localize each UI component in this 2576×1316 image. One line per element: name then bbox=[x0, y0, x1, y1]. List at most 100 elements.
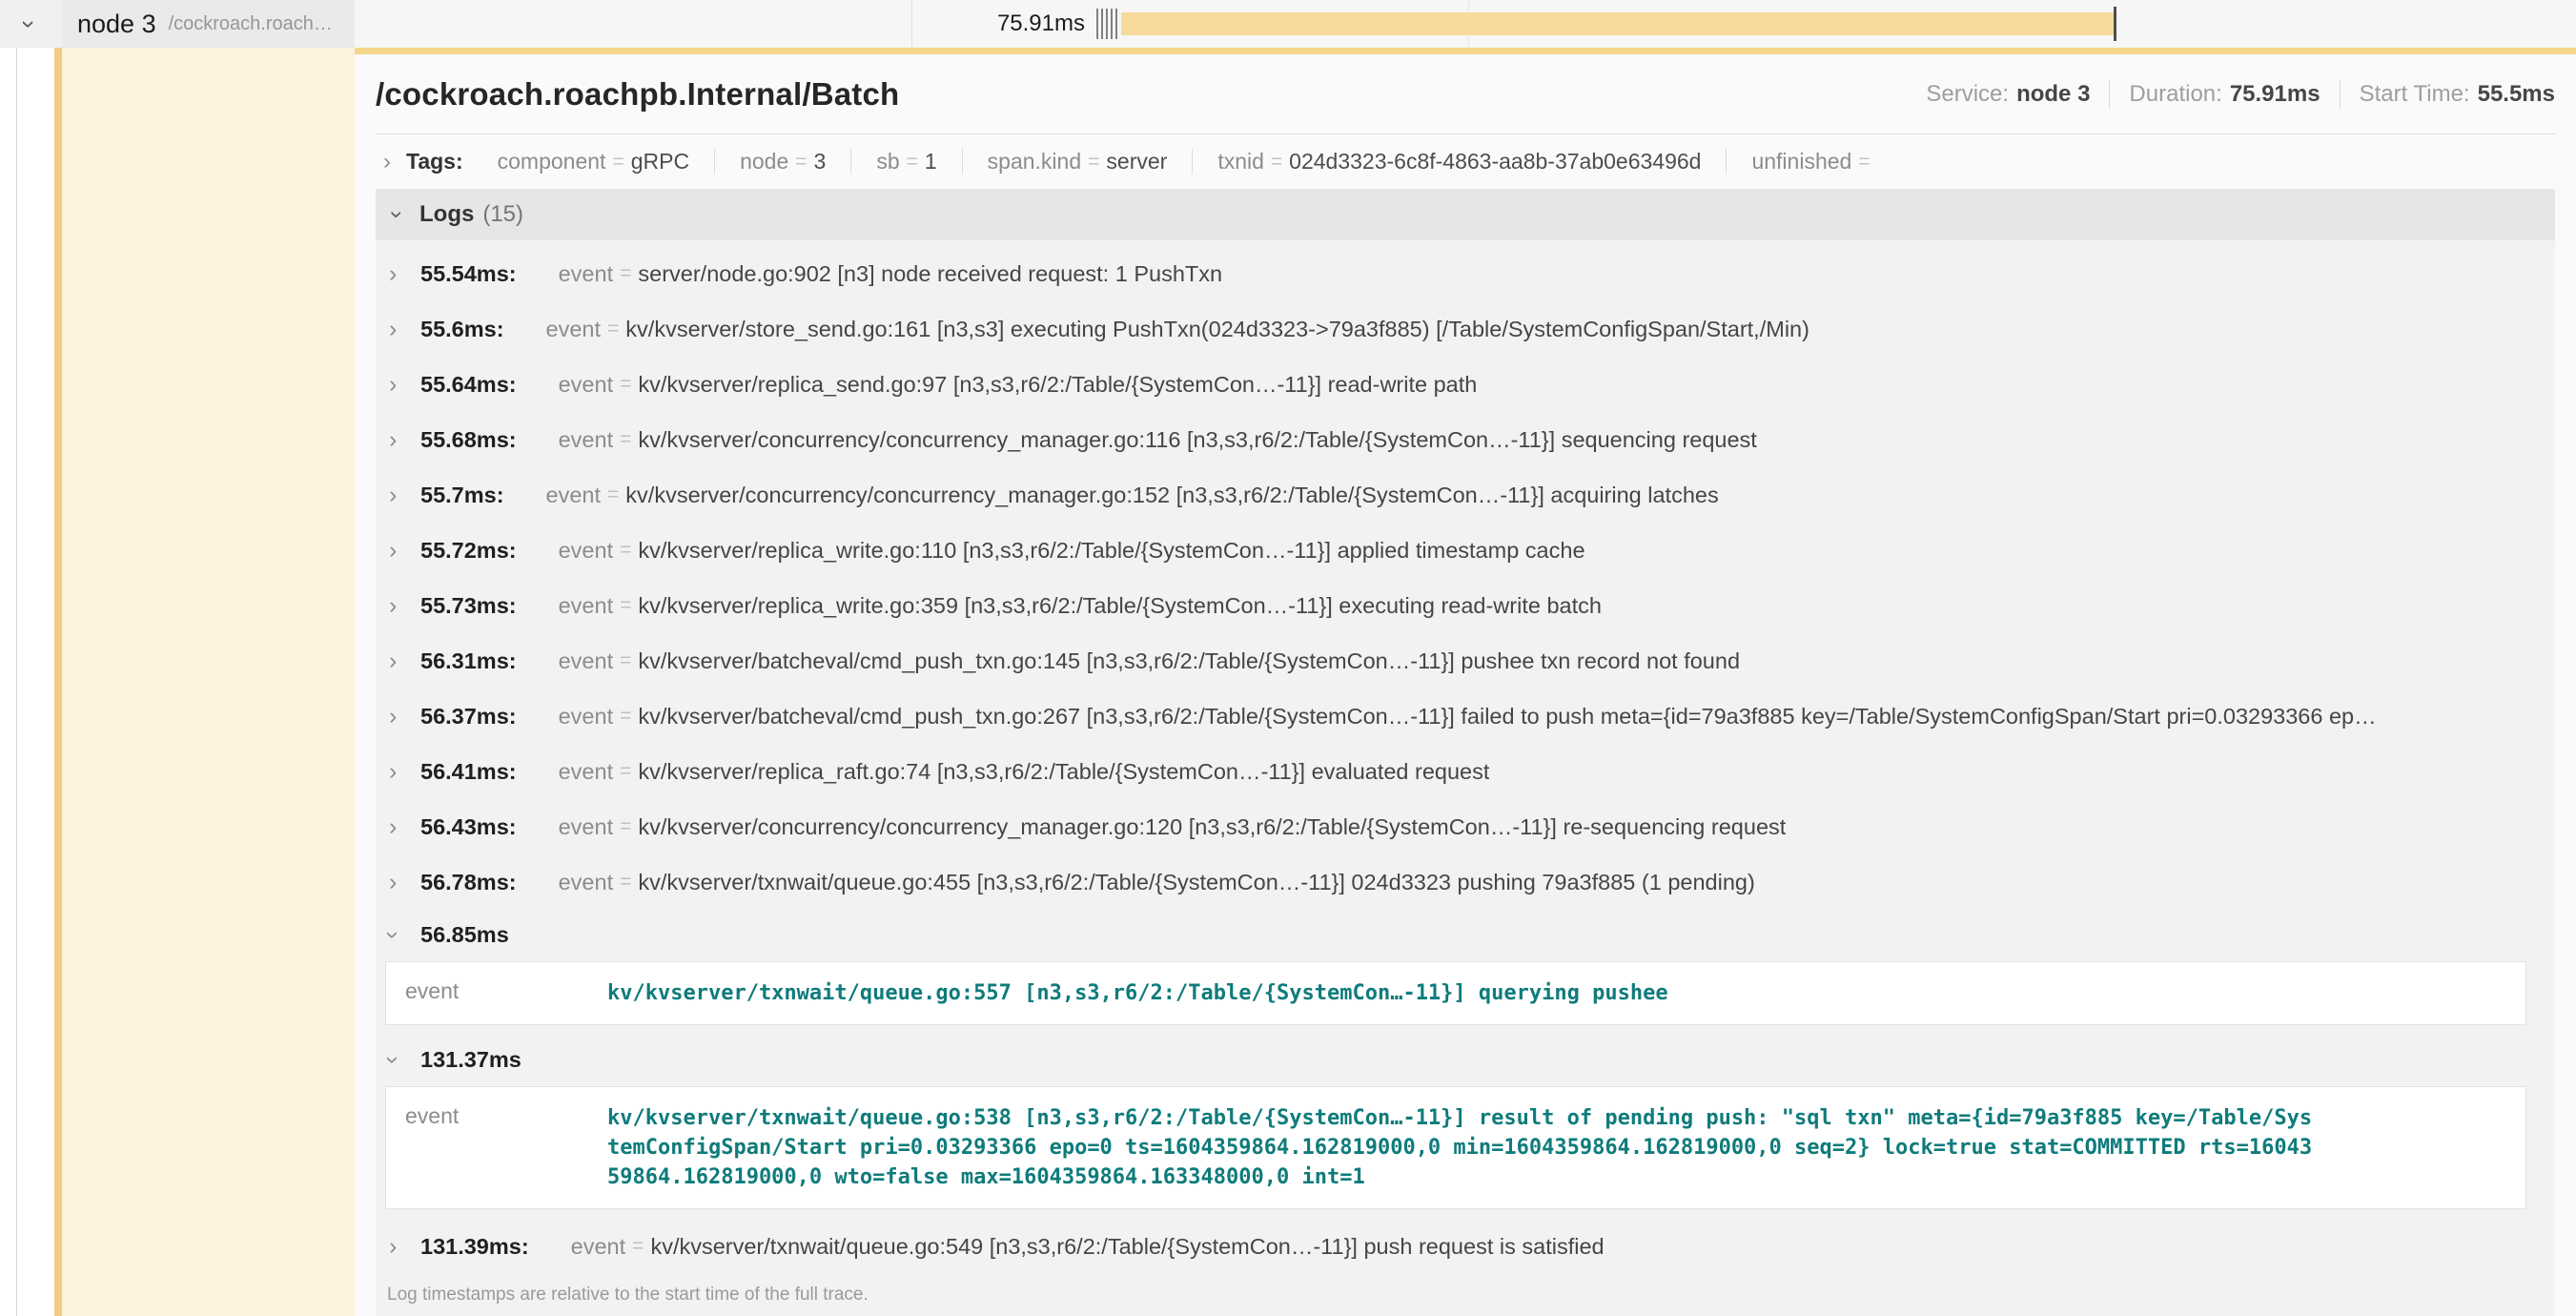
logs-footnote: Log timestamps are relative to the start… bbox=[383, 1274, 2530, 1316]
equals-separator: = bbox=[1858, 151, 1870, 174]
log-field: event bbox=[559, 648, 614, 674]
log-timestamp: 55.6ms: bbox=[420, 317, 504, 342]
chevron-right-icon: › bbox=[389, 537, 412, 565]
log-row[interactable]: › 56.43ms: event = kv/kvserver/concurren… bbox=[383, 799, 2530, 854]
chevron-right-icon: › bbox=[389, 260, 412, 288]
name-column-divider[interactable] bbox=[911, 0, 912, 48]
chevron-down-icon: › bbox=[389, 1046, 412, 1074]
log-entry-expanded: › 56.85ms event kv/kvserver/txnwait/queu… bbox=[383, 910, 2530, 1025]
logs-count: (15) bbox=[482, 201, 523, 228]
log-field: event bbox=[546, 317, 602, 342]
equals-separator: = bbox=[620, 760, 631, 783]
service-value: node 3 bbox=[2016, 81, 2090, 108]
log-message: kv/kvserver/txnwait/queue.go:549 [n3,s3,… bbox=[650, 1234, 1604, 1260]
logs-section: › Logs (15) › 55.54ms: event = server/no… bbox=[376, 189, 2555, 1316]
log-field: event bbox=[559, 593, 614, 619]
tag-value: 024d3323-6c8f-4863-aa8b-37ab0e63496d bbox=[1289, 149, 1701, 175]
log-row[interactable]: › 55.54ms: event = server/node.go:902 [n… bbox=[383, 246, 2530, 301]
chevron-right-icon: › bbox=[389, 813, 412, 841]
log-message: kv/kvserver/replica_write.go:110 [n3,s3,… bbox=[638, 538, 1584, 564]
tag-key: span.kind bbox=[988, 149, 1081, 175]
equals-separator: = bbox=[620, 373, 631, 396]
log-message: kv/kvserver/batcheval/cmd_push_txn.go:26… bbox=[638, 704, 2376, 730]
equals-separator: = bbox=[907, 151, 918, 174]
log-timestamp: 55.68ms: bbox=[420, 427, 517, 453]
equals-separator: = bbox=[1088, 151, 1099, 174]
log-field: event bbox=[559, 372, 614, 398]
log-timestamp: 56.31ms: bbox=[420, 648, 517, 674]
log-row[interactable]: › 56.31ms: event = kv/kvserver/batcheval… bbox=[383, 633, 2530, 689]
chevron-right-icon: › bbox=[389, 648, 412, 675]
log-row[interactable]: › 56.41ms: event = kv/kvserver/replica_r… bbox=[383, 744, 2530, 799]
log-row[interactable]: › 55.64ms: event = kv/kvserver/replica_s… bbox=[383, 357, 2530, 412]
span-wait-hatch-marks bbox=[1096, 9, 1120, 39]
log-row[interactable]: › 55.6ms: event = kv/kvserver/store_send… bbox=[383, 301, 2530, 357]
equals-separator: = bbox=[620, 428, 631, 451]
log-message: kv/kvserver/replica_send.go:97 [n3,s3,r6… bbox=[638, 372, 1477, 398]
log-timestamp: 131.39ms: bbox=[420, 1234, 529, 1260]
log-field: event bbox=[559, 261, 614, 287]
log-field: event bbox=[405, 1103, 607, 1192]
chevron-right-icon: › bbox=[389, 426, 412, 454]
log-timestamp: 55.7ms: bbox=[420, 483, 504, 508]
chevron-down-icon: › bbox=[389, 921, 412, 949]
tags-accordion[interactable]: › Tags: component = gRPC node = 3 sb = 1 bbox=[376, 134, 2555, 189]
log-row[interactable]: › 55.73ms: event = kv/kvserver/replica_w… bbox=[383, 578, 2530, 633]
log-field: event bbox=[559, 538, 614, 564]
meta-divider bbox=[2109, 80, 2110, 109]
span-duration-bar[interactable] bbox=[1121, 12, 2114, 35]
span-metadata: Service: node 3 Duration: 75.91ms Start … bbox=[1926, 80, 2555, 109]
trace-detail-view: › node 3 /cockroach.roach… 75.91ms /cock… bbox=[0, 0, 2576, 1316]
span-title: /cockroach.roachpb.Internal/Batch bbox=[376, 76, 899, 113]
chevron-down-icon: › bbox=[14, 20, 44, 29]
log-row[interactable]: › 56.37ms: event = kv/kvserver/batcheval… bbox=[383, 689, 2530, 744]
equals-separator: = bbox=[620, 815, 631, 838]
logs-title: Logs bbox=[419, 201, 474, 228]
span-row-highlight-column bbox=[62, 48, 355, 1316]
log-timestamp: 56.78ms: bbox=[420, 870, 517, 895]
log-field: event bbox=[559, 870, 614, 895]
span-service-name: node 3 bbox=[77, 10, 156, 39]
log-row-expanded-header[interactable]: › 131.37ms bbox=[383, 1035, 2530, 1084]
span-detail-header: /cockroach.roachpb.Internal/Batch Servic… bbox=[376, 54, 2555, 134]
log-message: kv/kvserver/txnwait/queue.go:455 [n3,s3,… bbox=[638, 870, 1754, 895]
equals-separator: = bbox=[620, 871, 631, 894]
log-row[interactable]: › 55.68ms: event = kv/kvserver/concurren… bbox=[383, 412, 2530, 467]
equals-separator: = bbox=[620, 705, 631, 728]
duration-value: 75.91ms bbox=[2230, 81, 2320, 108]
tag-key: unfinished bbox=[1751, 149, 1851, 175]
chevron-right-icon: › bbox=[389, 1233, 412, 1261]
span-name-tab[interactable]: node 3 /cockroach.roach… bbox=[62, 0, 355, 48]
equals-separator: = bbox=[620, 649, 631, 672]
log-row-expanded-header[interactable]: › 56.85ms bbox=[383, 910, 2530, 959]
log-timestamp: 55.73ms: bbox=[420, 593, 517, 619]
tag-key: sb bbox=[876, 149, 899, 175]
log-timestamp: 56.85ms bbox=[420, 922, 509, 948]
log-field: event bbox=[559, 759, 614, 785]
log-field: event bbox=[559, 814, 614, 840]
tag-item: span.kind = server bbox=[962, 149, 1193, 175]
tag-value: 1 bbox=[925, 149, 937, 175]
logs-list: › 55.54ms: event = server/node.go:902 [n… bbox=[376, 240, 2555, 1316]
log-timestamp: 56.37ms: bbox=[420, 704, 517, 730]
equals-separator: = bbox=[795, 151, 807, 174]
equals-separator: = bbox=[1271, 151, 1282, 174]
log-row[interactable]: › 131.39ms: event = kv/kvserver/txnwait/… bbox=[383, 1219, 2530, 1274]
chevron-right-icon: › bbox=[389, 869, 412, 896]
chevron-right-icon: › bbox=[389, 316, 412, 343]
tags-label: Tags: bbox=[406, 149, 463, 175]
log-timestamp: 55.72ms: bbox=[420, 538, 517, 564]
collapse-span-button[interactable]: › bbox=[25, 0, 33, 48]
log-message: server/node.go:902 [n3] node received re… bbox=[638, 261, 1222, 287]
log-row[interactable]: › 55.7ms: event = kv/kvserver/concurrenc… bbox=[383, 467, 2530, 523]
tag-item: txnid = 024d3323-6c8f-4863-aa8b-37ab0e63… bbox=[1192, 149, 1726, 175]
span-detail-card: /cockroach.roachpb.Internal/Batch Servic… bbox=[355, 48, 2576, 1316]
duration-label: Duration: bbox=[2129, 81, 2221, 108]
log-row[interactable]: › 56.78ms: event = kv/kvserver/txnwait/q… bbox=[383, 854, 2530, 910]
logs-accordion-header[interactable]: › Logs (15) bbox=[376, 189, 2555, 240]
equals-separator: = bbox=[620, 539, 631, 562]
span-duration-label: 75.91ms bbox=[944, 0, 1085, 48]
log-message-detail: kv/kvserver/txnwait/queue.go:557 [n3,s3,… bbox=[607, 978, 1668, 1008]
log-row[interactable]: › 55.72ms: event = kv/kvserver/replica_w… bbox=[383, 523, 2530, 578]
log-timestamp: 55.54ms: bbox=[420, 261, 517, 287]
